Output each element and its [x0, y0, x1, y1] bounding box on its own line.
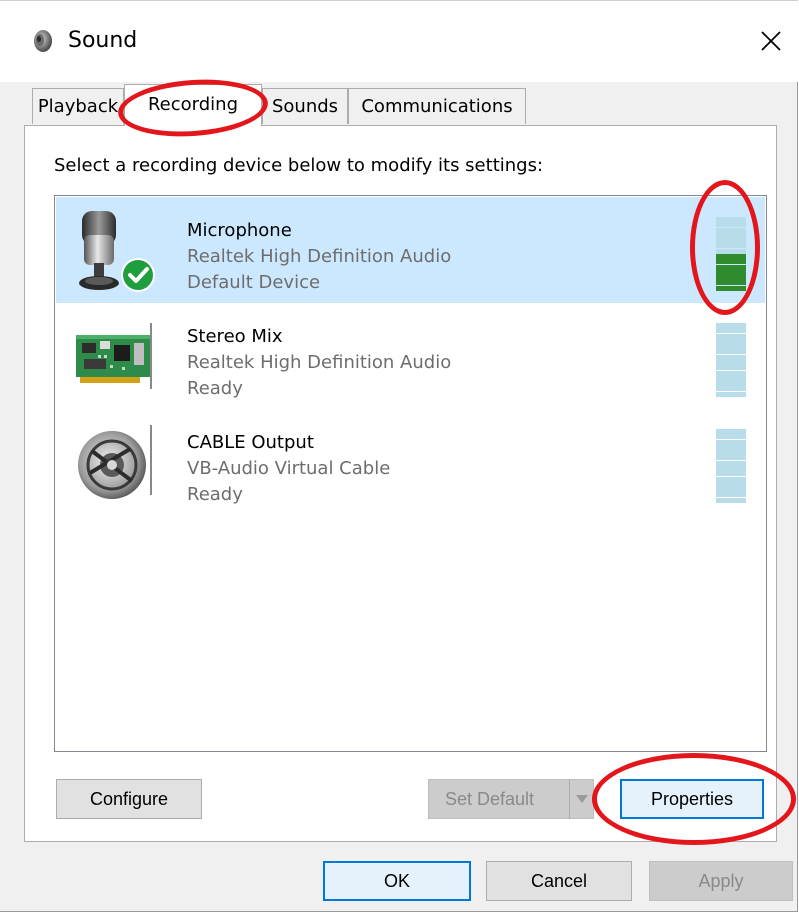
level-meter-segment [716, 471, 746, 477]
level-meter-segment [716, 466, 746, 471]
level-meter-segment [716, 222, 746, 228]
level-meter-segment [716, 254, 746, 259]
sound-card-icon [72, 315, 156, 399]
apply-button[interactable]: Apply [649, 861, 793, 901]
recording-device-list[interactable]: Microphone Realtek High Definition Audio… [54, 195, 767, 752]
tab-playback[interactable]: Playback [32, 88, 124, 124]
level-meter [716, 217, 746, 291]
device-name: Microphone [187, 220, 292, 241]
cable-icon [72, 421, 156, 505]
device-row-cable-output[interactable]: CABLE Output VB-Audio Virtual Cable Read… [56, 409, 765, 515]
tab-sounds[interactable]: Sounds [262, 88, 348, 124]
level-meter-segment [716, 280, 746, 286]
tab-communications[interactable]: Communications [348, 88, 526, 124]
level-meter-segment [716, 444, 746, 450]
device-status: Ready [187, 378, 243, 399]
set-default-dropdown-arrow[interactable] [569, 779, 593, 819]
chevron-down-icon [575, 795, 588, 803]
level-meter-segment [716, 434, 746, 440]
level-meter-segment [716, 349, 746, 355]
level-meter-segment [716, 259, 746, 265]
tab-recording[interactable]: Recording [124, 84, 262, 126]
device-driver: Realtek High Definition Audio [187, 352, 452, 373]
level-meter-segment [716, 492, 746, 498]
close-icon [761, 31, 781, 51]
level-meter-segment [716, 323, 746, 328]
level-meter-segment [716, 264, 746, 270]
level-meter-segment [716, 338, 746, 344]
level-meter-segment [716, 370, 746, 376]
level-meter-segment [716, 381, 746, 387]
level-meter-segment [716, 344, 746, 350]
level-meter-segment [716, 360, 746, 365]
device-status: Ready [187, 484, 243, 505]
speaker-icon [30, 28, 56, 54]
device-driver: Realtek High Definition Audio [187, 246, 452, 267]
device-row-microphone[interactable]: Microphone Realtek High Definition Audio… [56, 197, 765, 303]
level-meter-segment [716, 429, 746, 434]
configure-button[interactable]: Configure [56, 779, 202, 819]
level-meter-segment [716, 386, 746, 392]
level-meter-segment [716, 460, 746, 466]
level-meter-segment [716, 328, 746, 334]
microphone-icon [72, 209, 156, 293]
level-meter-segment [716, 487, 746, 493]
level-meter-segment [716, 238, 746, 244]
level-meter-segment [716, 375, 746, 381]
level-meter-segment [716, 481, 746, 487]
level-meter [716, 323, 746, 397]
device-name: CABLE Output [187, 432, 314, 453]
level-meter-segment [716, 450, 746, 456]
device-name: Stereo Mix [187, 326, 283, 347]
level-meter [716, 429, 746, 503]
device-driver: VB-Audio Virtual Cable [187, 458, 391, 479]
level-meter-segment [716, 391, 746, 397]
close-button[interactable] [748, 18, 794, 64]
level-meter-segment [716, 476, 746, 482]
device-status: Default Device [187, 272, 321, 293]
level-meter-segment [716, 285, 746, 291]
level-meter-segment [716, 269, 746, 275]
level-meter-segment [716, 227, 746, 233]
level-meter-segment [716, 243, 746, 249]
level-meter-segment [716, 439, 746, 445]
instruction-text: Select a recording device below to modif… [54, 155, 544, 176]
level-meter-segment [716, 232, 746, 238]
window-top-border [0, 0, 798, 1]
level-meter-segment [716, 365, 746, 371]
level-meter-segment [716, 497, 746, 503]
level-meter-segment [716, 248, 746, 254]
level-meter-segment [716, 217, 746, 222]
default-device-check-icon [121, 258, 155, 292]
cancel-button[interactable]: Cancel [486, 861, 632, 901]
level-meter-segment [716, 333, 746, 339]
window-title: Sound [68, 28, 138, 53]
properties-button[interactable]: Properties [620, 779, 764, 819]
device-row-stereo-mix[interactable]: Stereo Mix Realtek High Definition Audio… [56, 303, 765, 409]
level-meter-segment [716, 354, 746, 360]
level-meter-segment [716, 455, 746, 461]
level-meter-segment [716, 275, 746, 281]
ok-button[interactable]: OK [323, 861, 471, 901]
